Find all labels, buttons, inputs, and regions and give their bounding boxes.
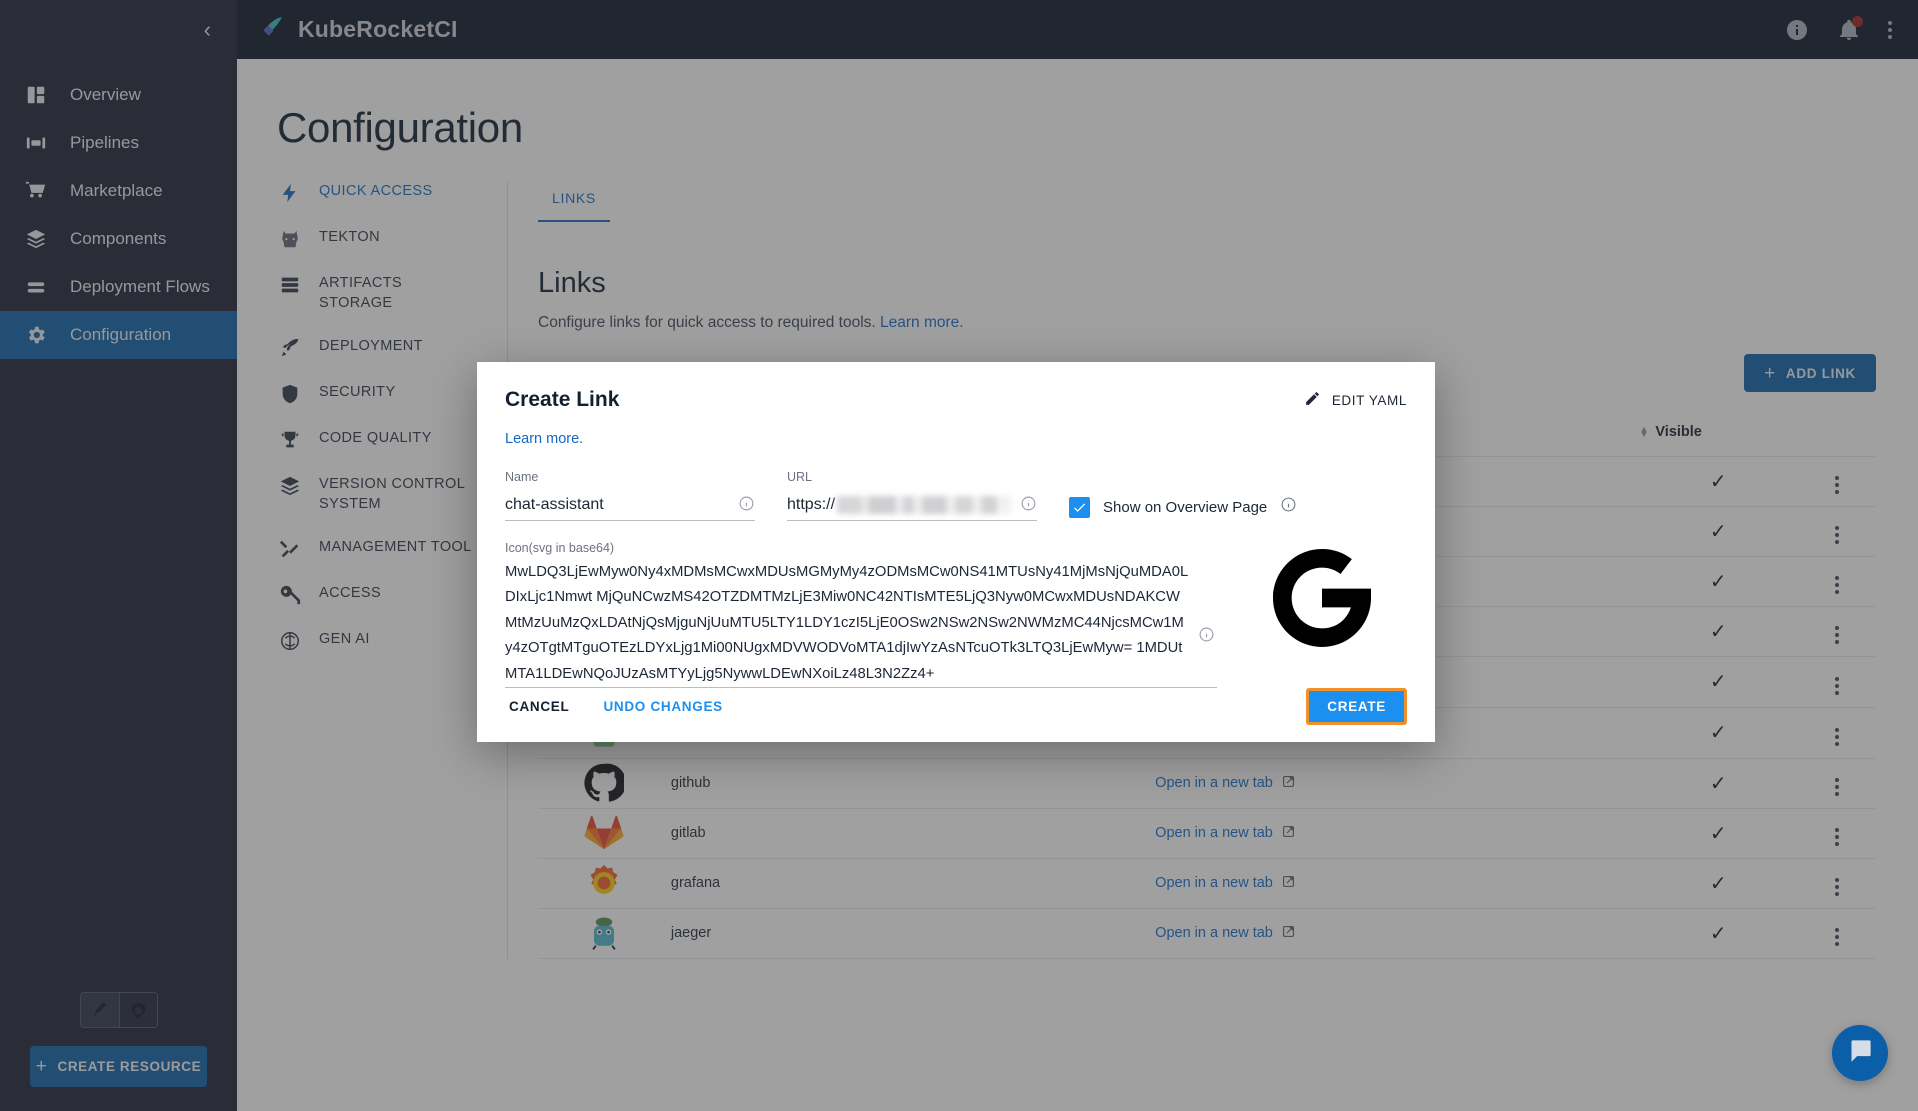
show-on-overview-label: Show on Overview Page — [1103, 499, 1267, 516]
name-input-value: chat-assistant — [505, 496, 604, 514]
icon-preview — [1237, 541, 1407, 688]
url-field-label: URL — [787, 470, 1037, 484]
icon-base64-label: Icon(svg in base64) — [505, 541, 1217, 555]
dialog-learn-more-link[interactable]: Learn more. — [505, 431, 583, 447]
show-on-overview-row: Show on Overview Page — [1069, 496, 1297, 521]
name-input[interactable]: chat-assistant — [505, 490, 755, 521]
pencil-icon — [1304, 390, 1321, 410]
info-outline-icon[interactable] — [1198, 626, 1215, 648]
chat-fab-button[interactable] — [1832, 1025, 1888, 1081]
app-root: ‹ Overview Pipelines Marketplace — [0, 0, 1918, 1111]
check-icon — [1072, 500, 1087, 515]
create-button[interactable]: CREATE — [1306, 688, 1407, 725]
dialog-header: Create Link EDIT YAML — [477, 362, 1435, 416]
name-field-label: Name — [505, 470, 755, 484]
google-g-icon — [1273, 549, 1371, 652]
cancel-button[interactable]: CANCEL — [505, 691, 573, 722]
dialog-footer: CANCEL UNDO CHANGES CREATE — [477, 688, 1435, 749]
icon-base64-row: Icon(svg in base64) MwLDQ3LjEwMyw0Ny4xMD… — [505, 541, 1407, 688]
name-field-wrap: Name chat-assistant — [505, 470, 755, 521]
show-on-overview-checkbox[interactable] — [1069, 497, 1090, 518]
url-input-value: https:// — [787, 496, 835, 514]
undo-changes-button[interactable]: UNDO CHANGES — [599, 691, 726, 722]
icon-base64-field: Icon(svg in base64) MwLDQ3LjEwMyw0Ny4xMD… — [505, 541, 1217, 688]
edit-yaml-label: EDIT YAML — [1332, 393, 1407, 408]
dialog-title: Create Link — [505, 388, 619, 412]
info-outline-icon[interactable] — [1020, 495, 1037, 512]
edit-yaml-button[interactable]: EDIT YAML — [1304, 390, 1407, 410]
url-redacted-segment — [837, 496, 1011, 514]
info-outline-icon[interactable] — [738, 495, 755, 512]
dialog-body: Learn more. Name chat-assistant URL http… — [477, 416, 1435, 688]
url-input[interactable]: https:// — [787, 490, 1037, 521]
dialog-fields-row: Name chat-assistant URL https:// — [505, 470, 1407, 521]
url-field-wrap: URL https:// — [787, 470, 1037, 521]
chat-icon — [1847, 1037, 1874, 1069]
create-link-dialog: Create Link EDIT YAML Learn more. Name c… — [477, 362, 1435, 742]
icon-base64-input[interactable]: MwLDQ3LjEwMyw0Ny4xMDMsMCwxMDUsMGMyMy4zOD… — [505, 560, 1217, 688]
info-outline-icon[interactable] — [1280, 496, 1297, 518]
